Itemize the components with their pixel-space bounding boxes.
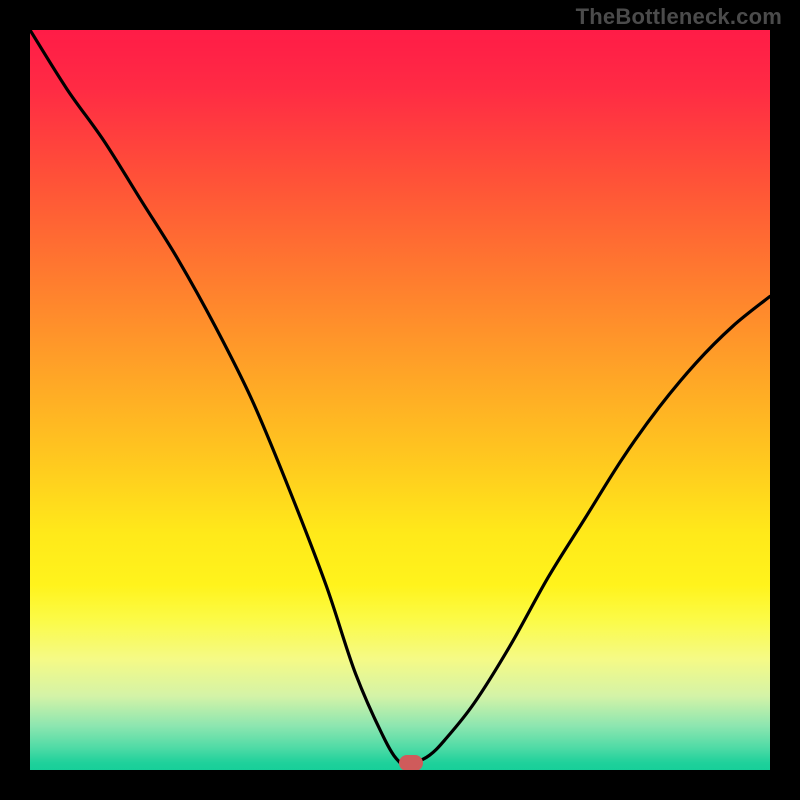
optimal-point-marker (399, 755, 423, 770)
watermark-text: TheBottleneck.com (576, 4, 782, 30)
plot-area (30, 30, 770, 770)
chart-frame: TheBottleneck.com (0, 0, 800, 800)
bottleneck-curve (30, 30, 770, 770)
